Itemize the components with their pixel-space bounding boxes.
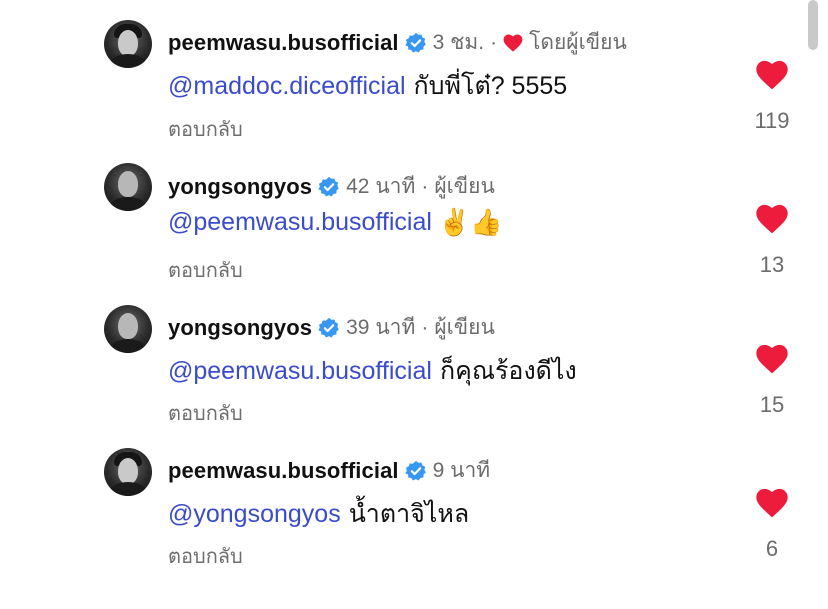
author-label: ผู้เขียน <box>434 175 495 198</box>
avatar[interactable] <box>104 448 152 496</box>
comment-time: 9 นาที <box>432 459 491 482</box>
comment-body: น้ำตาจิไหล <box>348 500 470 528</box>
username[interactable]: yongsongyos <box>168 174 312 200</box>
author-label: ผู้เขียน <box>434 316 495 339</box>
mention-link[interactable]: @peemwasu.busofficial <box>168 208 432 237</box>
like-count: 6 <box>765 536 779 561</box>
heart-icon[interactable] <box>755 488 789 518</box>
username[interactable]: peemwasu.busofficial <box>168 458 399 484</box>
verified-badge-icon <box>318 317 339 337</box>
reply-button[interactable]: ตอบกลับ <box>168 397 243 429</box>
comment-time: 42 นาที <box>346 175 416 198</box>
username[interactable]: yongsongyos <box>168 315 312 341</box>
comment-header: yongsongyos 39 นาที · ผู้เขียน <box>168 311 495 344</box>
mention-link[interactable]: @yongsongyos <box>168 500 341 529</box>
reply-button[interactable]: ตอบกลับ <box>168 254 243 286</box>
comment-text: @peemwasu.busofficial ก็คุณร้องดีไง <box>168 351 577 391</box>
mention-link[interactable]: @peemwasu.busofficial <box>168 357 432 386</box>
comment-text: @yongsongyos น้ำตาจิไหล <box>168 494 469 534</box>
comment-text: @peemwasu.busofficial ✌️👍 <box>168 207 503 238</box>
verified-badge-icon <box>404 460 426 480</box>
avatar[interactable] <box>104 163 152 211</box>
avatar[interactable] <box>104 305 152 353</box>
comment-time: 39 นาที <box>346 316 416 339</box>
heart-icon[interactable] <box>755 204 789 234</box>
comment-header: peemwasu.busofficial 9 นาที <box>168 454 490 487</box>
reply-button[interactable]: ตอบกลับ <box>168 540 243 572</box>
comment-emoji: ✌️👍 <box>437 207 503 237</box>
like-count: 13 <box>759 252 785 277</box>
comment-body: ก็คุณร้องดีไง <box>439 357 577 385</box>
comment-item: peemwasu.busofficial 9 นาที @yongsongyos… <box>0 0 828 568</box>
comment-header: yongsongyos 42 นาที · ผู้เขียน <box>168 170 495 203</box>
separator-dot: · <box>421 315 429 339</box>
heart-icon[interactable] <box>755 344 789 374</box>
separator-dot: · <box>421 174 429 198</box>
like-count: 15 <box>759 392 785 417</box>
verified-badge-icon <box>318 176 339 196</box>
